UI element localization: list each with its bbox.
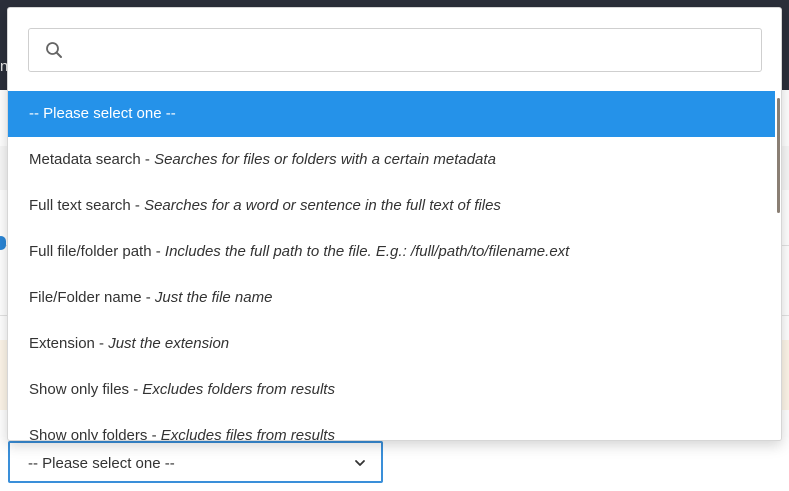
dropdown-option[interactable]: Show only files - Excludes folders from … xyxy=(8,367,780,413)
dropdown-option[interactable]: Show only folders - Excludes files from … xyxy=(8,413,780,441)
option-label: Extension xyxy=(29,335,95,352)
option-description: Excludes files from results xyxy=(160,427,335,441)
option-label: Metadata search xyxy=(29,151,141,168)
option-label: Full file/folder path xyxy=(29,243,152,260)
scrollbar-thumb[interactable] xyxy=(777,98,780,213)
option-separator: - xyxy=(151,243,165,260)
option-label: File/Folder name xyxy=(29,289,142,306)
option-label: Show only folders xyxy=(29,427,148,441)
option-description: Just the extension xyxy=(108,335,230,352)
options-list: -- Please select one -- Metadata search -… xyxy=(8,91,780,441)
option-label: Full text search xyxy=(29,197,131,214)
option-description: Excludes folders from results xyxy=(142,381,335,398)
option-label: Show only files xyxy=(29,381,130,398)
option-separator: - xyxy=(147,427,161,441)
dropdown-option[interactable]: Extension - Just the extension xyxy=(8,321,780,367)
option-separator: - xyxy=(129,381,143,398)
option-label: -- Please select one -- xyxy=(29,105,176,122)
option-description: Searches for files or folders with a cer… xyxy=(154,151,496,168)
search-type-select[interactable]: -- Please select one -- xyxy=(8,441,383,483)
dropdown-option[interactable]: Full file/folder path - Includes the ful… xyxy=(8,229,780,275)
dropdown-option[interactable]: -- Please select one -- xyxy=(8,91,780,137)
dropdown-option[interactable]: Metadata search - Searches for files or … xyxy=(8,137,780,183)
dropdown-option[interactable]: File/Folder name - Just the file name xyxy=(8,275,780,321)
option-separator: - xyxy=(130,197,145,214)
option-separator: - xyxy=(94,335,109,352)
option-description: Searches for a word or sentence in the f… xyxy=(144,197,501,214)
dropdown-search-input[interactable] xyxy=(75,37,749,65)
dropdown-option[interactable]: Full text search - Searches for a word o… xyxy=(8,183,780,229)
select-dropdown: -- Please select one -- Metadata search -… xyxy=(7,7,782,441)
background-indicator xyxy=(0,236,6,250)
search-icon xyxy=(46,42,62,58)
dropdown-search-box[interactable] xyxy=(28,28,762,72)
option-separator: - xyxy=(141,289,155,306)
option-separator: - xyxy=(140,151,155,168)
chevron-down-icon xyxy=(355,460,365,466)
select-value: -- Please select one -- xyxy=(28,455,175,472)
option-description: Includes the full path to the file. E.g.… xyxy=(164,243,570,260)
option-description: Just the file name xyxy=(154,289,273,306)
